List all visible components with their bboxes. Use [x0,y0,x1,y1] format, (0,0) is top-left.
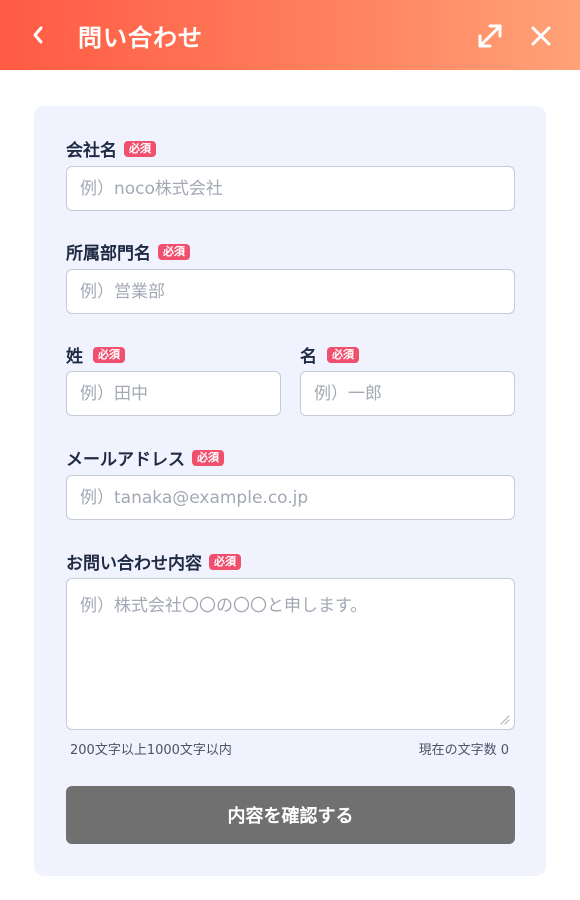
email-input[interactable] [66,475,515,520]
message-textarea[interactable] [66,578,515,730]
first-name-label: 名 必須 [300,342,359,367]
close-button[interactable] [525,20,557,52]
expand-button[interactable] [474,20,506,52]
email-label-text: メールアドレス [66,450,185,470]
required-badge: 必須 [124,140,156,157]
last-name-input[interactable] [66,371,281,416]
resize-handle-icon[interactable] [496,711,510,725]
email-label: メールアドレス 必須 [66,445,224,470]
required-badge: 必須 [93,346,125,363]
message-label-text: お問い合わせ内容 [66,554,202,574]
header-bar: 問い合わせ [0,0,580,70]
close-icon [531,26,551,46]
first-name-input[interactable] [300,371,515,416]
message-label: お問い合わせ内容 必須 [66,549,241,574]
department-label: 所属部門名 必須 [66,239,190,264]
last-name-label: 姓 必須 [66,342,125,367]
chevron-left-icon [33,26,43,44]
department-input[interactable] [66,269,515,314]
company-label: 会社名 必須 [66,136,156,161]
department-label-text: 所属部門名 [66,244,151,264]
required-badge: 必須 [158,243,190,260]
back-button[interactable] [22,19,54,51]
required-badge: 必須 [192,449,224,466]
required-badge: 必須 [327,346,359,363]
length-hint: 200文字以上1000文字以内 [70,743,232,758]
char-count: 現在の文字数 0 [418,743,509,758]
company-label-text: 会社名 [66,141,117,161]
first-name-label-text: 名 [300,347,317,367]
confirm-button[interactable]: 内容を確認する [66,786,515,844]
company-input[interactable] [66,166,515,211]
last-name-label-text: 姓 [66,347,83,367]
page-title: 問い合わせ [78,24,203,52]
expand-icon [478,24,502,48]
required-badge: 必須 [209,553,241,570]
